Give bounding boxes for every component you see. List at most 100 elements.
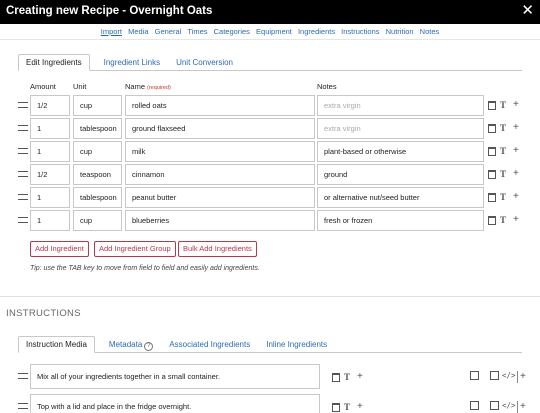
instructions-heading: INSTRUCTIONS [6,308,81,319]
trash-icon[interactable] [488,147,496,156]
tab-metadata[interactable]: Metadata? [101,336,161,353]
text-format-icon[interactable]: T [500,145,506,157]
ingredient-row: 1 tablespoon peanut butter or alternative n… [0,187,540,209]
row-actions: T + [488,168,522,180]
notes-input[interactable]: ground [317,164,484,185]
drag-handle-icon[interactable] [18,102,28,108]
trash-icon[interactable] [488,193,496,202]
help-icon[interactable]: ? [144,342,154,351]
drag-handle-icon[interactable] [18,148,28,154]
instruction-tabs: Instruction Media Metadata? Associated I… [18,336,522,353]
close-icon[interactable]: ✕ [521,3,534,19]
drag-handle-icon[interactable] [18,125,28,131]
tab-associated-ingredients[interactable]: Associated Ingredients [161,336,258,353]
name-input[interactable]: ground flaxseed [125,118,315,139]
image-icon[interactable] [490,371,499,380]
drag-handle-icon[interactable] [18,194,28,200]
trash-icon[interactable] [488,101,496,110]
name-input[interactable]: peanut butter [125,187,315,208]
notes-input[interactable]: fresh or frozen [317,210,484,231]
code-icon[interactable]: </> [502,371,516,380]
nav-ingredients[interactable]: Ingredients [298,27,335,36]
plus-icon[interactable]: + [513,191,519,203]
unit-input[interactable]: cup [73,95,122,116]
tab-instruction-media[interactable]: Instruction Media [18,336,95,353]
row-actions: T + [488,214,522,226]
name-input[interactable]: milk [125,141,315,162]
name-input[interactable]: blueberries [125,210,315,231]
add-ingredient-button[interactable]: Add Ingredient [30,241,89,257]
tab-ingredient-links[interactable]: Ingredient Links [96,54,168,71]
tab-inline-ingredients[interactable]: Inline Ingredients [258,336,335,353]
text-format-icon[interactable]: T [500,191,506,203]
add-ingredient-group-button[interactable]: Add Ingredient Group [94,241,176,257]
notes-input[interactable]: extra virgin [317,118,484,139]
text-format-icon[interactable]: T [500,99,506,111]
trash-icon[interactable] [488,124,496,133]
code-icon[interactable]: </> [502,401,516,410]
text-format-icon[interactable]: T [344,371,350,383]
instruction-text-input[interactable]: Mix all of your ingredients together in … [30,364,320,389]
amount-input[interactable]: 1/2 [30,164,70,185]
plus-icon[interactable]: + [513,214,519,226]
amount-input[interactable]: 1 [30,118,70,139]
amount-input[interactable]: 1 [30,141,70,162]
plus-icon[interactable]: + [513,122,519,134]
amount-input[interactable]: 1 [30,187,70,208]
drag-handle-icon[interactable] [18,171,28,177]
name-input[interactable]: rolled oats [125,95,315,116]
drag-handle-icon[interactable] [18,217,28,223]
image-icon[interactable] [490,401,499,410]
nav-equipment[interactable]: Equipment [256,27,292,36]
notes-input[interactable]: plant-based or otherwise [317,141,484,162]
trash-icon[interactable] [332,373,340,382]
unit-input[interactable]: teaspoon [73,164,122,185]
instruction-row: Top with a lid and place in the fridge o… [0,394,540,413]
plus-icon[interactable]: + [520,401,526,413]
trash-icon[interactable] [488,216,496,225]
image-icon[interactable] [470,401,479,410]
plus-icon[interactable]: + [513,168,519,180]
tab-edit-ingredients[interactable]: Edit Ingredients [18,54,90,71]
tab-key-tip: Tip: use the TAB key to move from field … [30,265,260,272]
ingredient-row: 1 tablespoon ground flaxseed extra virgin T + [0,118,540,140]
unit-input[interactable]: cup [73,141,122,162]
text-format-icon[interactable]: T [344,401,350,413]
tab-unit-conversion[interactable]: Unit Conversion [168,54,241,71]
unit-input[interactable]: tablespoon [73,118,122,139]
ingredient-row: 1/2 cup rolled oats extra virgin T + [0,95,540,117]
amount-input[interactable]: 1/2 [30,95,70,116]
plus-icon[interactable]: + [357,401,363,413]
text-format-icon[interactable]: T [500,214,506,226]
notes-input[interactable]: or alternative nut/seed butter [317,187,484,208]
image-icon[interactable] [470,371,479,380]
drag-handle-icon[interactable] [18,403,28,409]
amount-input[interactable]: 1 [30,210,70,231]
nav-import[interactable]: Import [101,27,122,36]
nav-general[interactable]: General [155,27,182,36]
name-input[interactable]: cinnamon [125,164,315,185]
bulk-add-ingredients-button[interactable]: Bulk Add Ingredients [178,241,257,257]
instruction-row: Mix all of your ingredients together in … [0,364,540,390]
notes-input[interactable]: extra virgin [317,95,484,116]
nav-categories[interactable]: Categories [214,27,250,36]
plus-icon[interactable]: + [520,371,526,383]
nav-instructions[interactable]: Instructions [341,27,379,36]
drag-handle-icon[interactable] [18,373,28,379]
plus-icon[interactable]: + [357,371,363,383]
trash-icon[interactable] [488,170,496,179]
col-amount-header: Amount [30,82,56,91]
nav-times[interactable]: Times [187,27,207,36]
instruction-text-input[interactable]: Top with a lid and place in the fridge o… [30,394,320,413]
trash-icon[interactable] [332,403,340,412]
plus-icon[interactable]: + [513,99,519,111]
text-format-icon[interactable]: T [500,168,506,180]
text-format-icon[interactable]: T [500,122,506,134]
modal-title: Creating new Recipe - Overnight Oats [6,5,213,17]
plus-icon[interactable]: + [513,145,519,157]
nav-media[interactable]: Media [128,27,148,36]
unit-input[interactable]: cup [73,210,122,231]
unit-input[interactable]: tablespoon [73,187,122,208]
nav-notes[interactable]: Notes [420,27,440,36]
nav-nutrition[interactable]: Nutrition [386,27,414,36]
